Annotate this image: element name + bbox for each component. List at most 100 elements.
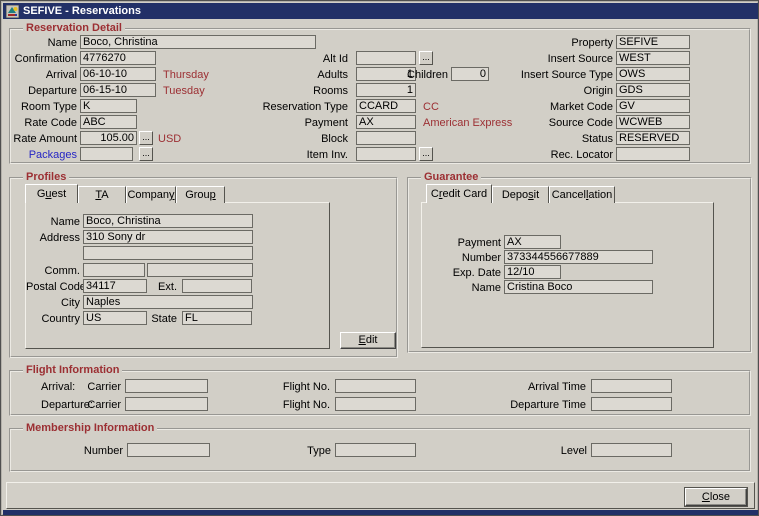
arrival-field[interactable]: 06-10-10 [80, 67, 156, 81]
rate-code-label: Rate Code [11, 116, 77, 129]
reservation-detail-title: Reservation Detail [23, 22, 125, 35]
flight-information-title: Flight Information [23, 364, 122, 377]
cc-payment-field[interactable]: AX [504, 235, 561, 249]
title-bar: SEFIVE - Reservations [3, 3, 758, 19]
guest-city-field[interactable]: Naples [83, 295, 253, 309]
profiles-section: Profiles Guest TA Company Group Name Boc… [9, 177, 398, 358]
origin-field[interactable]: GDS [616, 83, 690, 97]
departure-time-label: Departure Time [471, 398, 586, 411]
origin-label: Origin [491, 84, 613, 97]
guest-ext-field[interactable] [182, 279, 252, 293]
payment-field[interactable]: AX [356, 115, 416, 129]
rooms-label: Rooms [241, 84, 348, 97]
reservations-window: SEFIVE - Reservations Reservation Detail… [0, 0, 759, 516]
cc-number-field[interactable]: 373344556677889 [504, 250, 653, 264]
guest-ext-label: Ext. [151, 280, 177, 293]
departure-time-field[interactable] [591, 397, 672, 411]
status-label: Status [491, 132, 613, 145]
reservation-type-field[interactable]: CCARD [356, 99, 416, 113]
guest-name-field[interactable]: Boco, Christina [83, 214, 253, 228]
tab-guest[interactable]: Guest [25, 184, 78, 203]
room-type-field[interactable]: K [80, 99, 137, 113]
reservation-type-label: Reservation Type [241, 100, 348, 113]
guest-country-label: Country [26, 312, 80, 325]
room-type-label: Room Type [11, 100, 77, 113]
source-code-field[interactable]: WCWEB [616, 115, 690, 129]
arrival-time-field[interactable] [591, 379, 672, 393]
packages-link[interactable]: Packages [11, 148, 77, 161]
reservation-detail-section: Reservation Detail Name Boco, Christina … [9, 28, 751, 164]
credit-card-tab-panel: Payment AX Number 373344556677889 Exp. D… [421, 202, 714, 348]
guest-state-label: State [146, 312, 177, 325]
guest-country-field[interactable]: US [83, 311, 147, 325]
membership-number-field[interactable] [127, 443, 210, 457]
guest-address2-field[interactable] [83, 246, 253, 260]
guest-comm-field-1[interactable] [83, 263, 145, 277]
status-field[interactable]: RESERVED [616, 131, 690, 145]
alt-id-field[interactable] [356, 51, 416, 65]
membership-information-section: Membership Information Number Type Level [9, 428, 751, 472]
confirmation-field[interactable]: 4776270 [80, 51, 156, 65]
market-code-label: Market Code [491, 100, 613, 113]
guest-postal-code-field[interactable]: 34117 [83, 279, 147, 293]
insert-source-field[interactable]: WEST [616, 51, 690, 65]
alt-id-browse-button[interactable]: ... [419, 51, 433, 65]
close-button[interactable]: Close [685, 488, 747, 506]
tab-group[interactable]: Group [176, 186, 225, 203]
departure-field[interactable]: 06-15-10 [80, 83, 156, 97]
guest-comm-field-2[interactable] [147, 263, 253, 277]
guest-tab-panel: Name Boco, Christina Address 310 Sony dr… [25, 202, 330, 349]
tab-credit-card[interactable]: Credit Card [426, 184, 492, 203]
block-field[interactable] [356, 131, 416, 145]
rate-amount-field[interactable]: 105.00 [80, 131, 137, 145]
payment-label: Payment [241, 116, 348, 129]
cc-name-label: Name [422, 281, 501, 294]
rooms-field[interactable]: 1 [356, 83, 416, 97]
cc-name-field[interactable]: Cristina Boco [504, 280, 653, 294]
rate-code-field[interactable]: ABC [80, 115, 137, 129]
flight-arrival-carrier-label: Carrier [71, 380, 121, 393]
membership-level-label: Level [511, 444, 587, 457]
edit-button[interactable]: Edit [340, 332, 396, 349]
flight-departure-carrier-field[interactable] [125, 397, 208, 411]
flight-information-section: Flight Information Arrival: Carrier Flig… [9, 370, 751, 416]
insert-source-type-field[interactable]: OWS [616, 67, 690, 81]
tab-ta[interactable]: TA [78, 186, 126, 203]
departure-day-note: Tuesday [163, 84, 205, 97]
alt-id-label: Alt Id [241, 52, 348, 65]
bottom-status-strip [3, 510, 758, 515]
guest-state-field[interactable]: FL [182, 311, 252, 325]
item-inv-browse-button[interactable]: ... [419, 147, 433, 161]
flight-arrival-carrier-field[interactable] [125, 379, 208, 393]
guest-address-field[interactable]: 310 Sony dr [83, 230, 253, 244]
tab-deposit[interactable]: Deposit [492, 186, 549, 203]
cc-exp-date-field[interactable]: 12/10 [504, 265, 561, 279]
rate-amount-browse-button[interactable]: ... [139, 131, 153, 145]
membership-information-title: Membership Information [23, 422, 157, 435]
guest-postal-code-label: Postal Code [26, 280, 80, 293]
children-field[interactable]: 0 [451, 67, 489, 81]
departure-label: Departure [11, 84, 77, 97]
rec-locator-field[interactable] [616, 147, 690, 161]
item-inv-field[interactable] [356, 147, 416, 161]
app-icon [6, 5, 19, 18]
tab-cancellation[interactable]: Cancellation [549, 186, 615, 203]
flight-departure-carrier-label: Carrier [71, 398, 121, 411]
tab-company[interactable]: Company [126, 186, 176, 203]
block-label: Block [241, 132, 348, 145]
flight-departure-no-field[interactable] [335, 397, 416, 411]
window-title: SEFIVE - Reservations [23, 5, 141, 18]
cc-exp-date-label: Exp. Date [422, 266, 501, 279]
membership-type-label: Type [271, 444, 331, 457]
flight-arrival-no-field[interactable] [335, 379, 416, 393]
membership-type-field[interactable] [335, 443, 416, 457]
property-field[interactable]: SEFIVE [616, 35, 690, 49]
membership-level-field[interactable] [591, 443, 672, 457]
insert-source-type-label: Insert Source Type [491, 68, 613, 81]
packages-browse-button[interactable]: ... [139, 147, 153, 161]
name-field[interactable]: Boco, Christina [80, 35, 316, 49]
insert-source-label: Insert Source [491, 52, 613, 65]
market-code-field[interactable]: GV [616, 99, 690, 113]
item-inv-label: Item Inv. [241, 148, 348, 161]
packages-field[interactable] [80, 147, 133, 161]
